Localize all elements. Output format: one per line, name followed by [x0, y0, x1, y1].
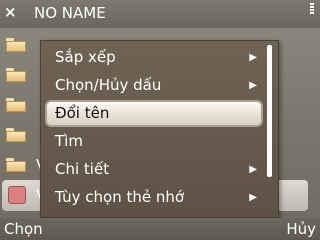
cancel-softkey[interactable]: Hủy — [286, 220, 316, 238]
folder-icon — [6, 158, 26, 172]
close-icon[interactable]: × — [4, 4, 20, 20]
screen: × NO NAME V V Sắp xếp ▶ Chọn/Hủy dấu ▶ — [0, 0, 320, 240]
title-bar: × NO NAME — [0, 0, 320, 28]
menu-item-sort[interactable]: Sắp xếp ▶ — [45, 44, 263, 71]
scroll-thumb[interactable] — [267, 45, 272, 177]
folder-icon — [6, 98, 26, 112]
submenu-arrow-icon: ▶ — [249, 52, 257, 63]
folder-icon — [6, 38, 26, 52]
folder-icon — [6, 128, 26, 142]
menu-item-rename[interactable]: Đổi tên — [45, 100, 263, 127]
page-title: NO NAME — [34, 4, 106, 22]
options-menu: Sắp xếp ▶ Chọn/Hủy dấu ▶ Đổi tên Tìm Chi… — [40, 40, 279, 218]
scrollbar[interactable] — [267, 45, 272, 213]
softkey-bar: Chọn Hủy — [0, 218, 320, 240]
folder-icon — [6, 68, 26, 82]
battery-icon — [310, 3, 314, 17]
menu-item-mark-unmark[interactable]: Chọn/Hủy dấu ▶ — [45, 72, 263, 99]
menu-item-label: Chọn/Hủy dấu — [55, 76, 162, 94]
menu-item-find[interactable]: Tìm — [45, 128, 263, 155]
menu-item-label: Sắp xếp — [55, 48, 116, 66]
menu-item-label: Đổi tên — [55, 104, 110, 122]
select-softkey[interactable]: Chọn — [4, 220, 43, 238]
menu-item-label: Chi tiết — [55, 160, 110, 178]
memory-card-icon — [8, 186, 26, 204]
menu-item-details[interactable]: Chi tiết ▶ — [45, 156, 263, 183]
submenu-arrow-icon: ▶ — [249, 80, 257, 91]
submenu-arrow-icon: ▶ — [249, 164, 257, 175]
menu-item-label: Tùy chọn thẻ nhớ — [55, 188, 185, 206]
submenu-arrow-icon: ▶ — [249, 192, 257, 203]
menu-item-memory-card-options[interactable]: Tùy chọn thẻ nhớ ▶ — [45, 184, 263, 211]
menu-item-label: Tìm — [55, 132, 83, 150]
